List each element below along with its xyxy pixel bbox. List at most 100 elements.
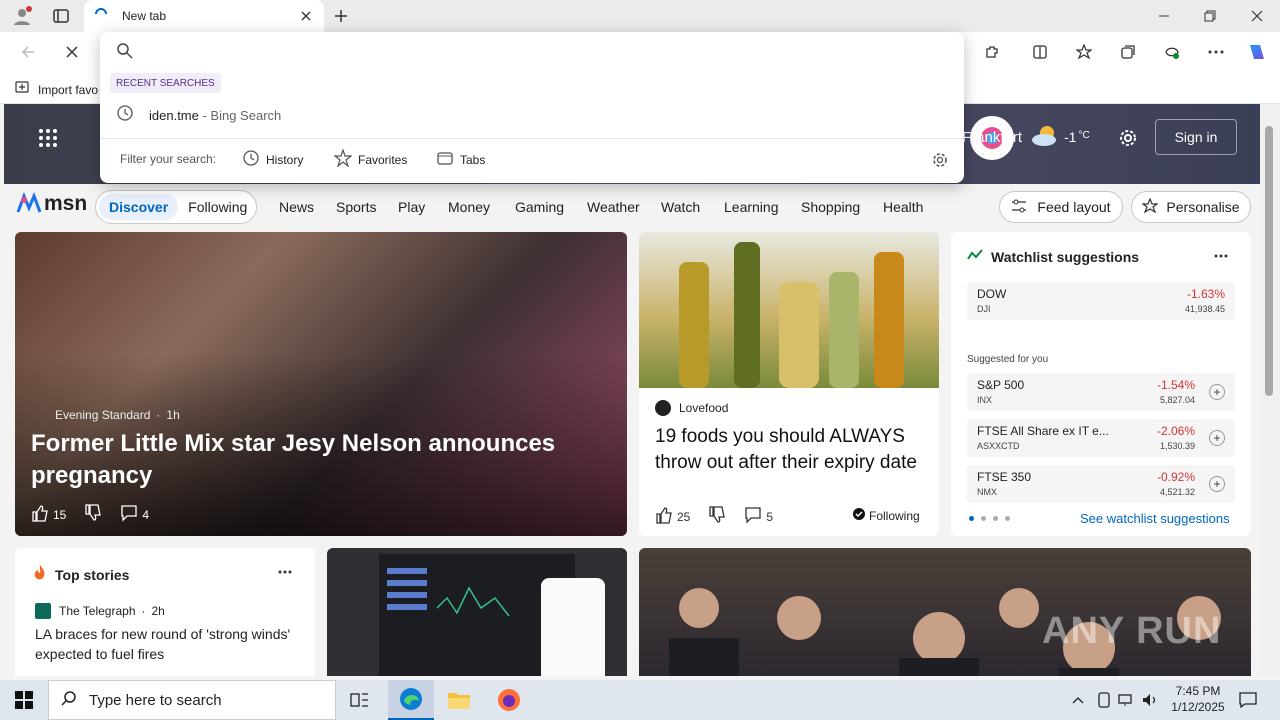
- stock-value: 5,827.04: [1159, 395, 1195, 405]
- feed-tabs: Discover Following: [95, 190, 257, 224]
- edge-taskbar-icon[interactable]: [388, 680, 434, 720]
- taskbar-search[interactable]: Type here to search: [48, 680, 336, 720]
- tab-following[interactable]: Following: [178, 199, 257, 215]
- watchlist-row[interactable]: FTSE 350 NMX -0.92% 4,521.32 +: [967, 465, 1235, 503]
- hero-likes: 15: [53, 507, 67, 522]
- like-icon[interactable]: [655, 506, 673, 527]
- minimize-icon[interactable]: [1150, 4, 1178, 28]
- browser-essentials-icon[interactable]: [1160, 40, 1184, 64]
- top-stories-title: Top stories: [55, 566, 130, 583]
- nav-news[interactable]: News: [279, 199, 314, 215]
- hero-title[interactable]: Former Little Mix star Jesy Nelson annou…: [31, 428, 591, 492]
- windows-start-icon[interactable]: [0, 680, 48, 720]
- filter-tabs[interactable]: Tabs: [436, 149, 485, 170]
- history-icon: [242, 149, 260, 170]
- close-window-icon[interactable]: [1243, 4, 1271, 28]
- msn-logo[interactable]: msn: [16, 192, 87, 216]
- sign-in-button[interactable]: Sign in: [1155, 119, 1237, 155]
- trading-card[interactable]: [327, 548, 627, 676]
- weather-location[interactable]: Frankfurt: [962, 129, 1022, 146]
- split-screen-icon[interactable]: [1028, 40, 1052, 64]
- food-card[interactable]: Lovefood 19 foods you should ALWAYS thro…: [639, 232, 939, 536]
- personalise-button[interactable]: Personalise: [1131, 191, 1251, 223]
- add-icon[interactable]: +: [1209, 384, 1225, 400]
- favorites-icon[interactable]: [1072, 40, 1096, 64]
- check-icon: [853, 508, 865, 523]
- nav-play[interactable]: Play: [398, 199, 425, 215]
- add-icon[interactable]: +: [1209, 476, 1225, 492]
- watchlist-row[interactable]: S&P 500 INX -1.54% 5,827.04 +: [967, 373, 1235, 411]
- see-watchlist-link[interactable]: See watchlist suggestions: [1080, 511, 1230, 526]
- food-title[interactable]: 19 foods you should ALWAYS throw out aft…: [655, 424, 931, 476]
- close-tab-icon[interactable]: [298, 8, 314, 24]
- tab-discover[interactable]: Discover: [99, 194, 179, 220]
- comment-icon[interactable]: [744, 506, 762, 527]
- more-options-icon[interactable]: [275, 564, 295, 580]
- filter-history[interactable]: History: [242, 149, 303, 170]
- stop-loading-icon[interactable]: [60, 40, 84, 64]
- following-badge[interactable]: Following: [853, 508, 920, 523]
- device-icon[interactable]: [1094, 690, 1114, 710]
- page-scrollbar[interactable]: [1260, 104, 1280, 676]
- dislike-icon[interactable]: [708, 506, 726, 527]
- food-image: [639, 232, 939, 388]
- scroll-thumb[interactable]: [1265, 126, 1273, 396]
- nav-weather[interactable]: Weather: [587, 199, 640, 215]
- settings-more-icon[interactable]: [1204, 40, 1228, 64]
- clock[interactable]: 7:45 PM 1/12/2025: [1166, 683, 1230, 715]
- copilot-icon[interactable]: [1244, 39, 1270, 65]
- nav-watch[interactable]: Watch: [661, 199, 700, 215]
- collections-icon[interactable]: [1116, 40, 1140, 64]
- add-icon[interactable]: +: [1209, 430, 1225, 446]
- msn-page: Frankfurt -1 °C Sign in msn Discover Foll…: [4, 104, 1260, 676]
- nav-money[interactable]: Money: [448, 199, 490, 215]
- tab-new-tab[interactable]: New tab: [84, 0, 324, 32]
- chevron-up-icon[interactable]: [1068, 690, 1088, 710]
- divider: [100, 138, 964, 139]
- network-icon[interactable]: [1116, 690, 1136, 710]
- dislike-icon[interactable]: [84, 504, 102, 525]
- task-view-icon[interactable]: [340, 680, 380, 720]
- story-headline[interactable]: LA braces for new round of 'strong winds…: [35, 624, 295, 664]
- stock-change: -0.92%: [1156, 470, 1195, 484]
- nav-shopping[interactable]: Shopping: [801, 199, 860, 215]
- msn-logo-text: msn: [44, 192, 88, 215]
- weather-temperature[interactable]: -1 °C: [1064, 129, 1090, 145]
- watchlist-row[interactable]: DOW DJI -1.63% 41,938.45: [967, 282, 1235, 320]
- new-tab-icon[interactable]: [330, 4, 352, 28]
- restore-icon[interactable]: [1196, 4, 1224, 28]
- filter-favorites[interactable]: Favorites: [333, 148, 407, 170]
- telegraph-logo-icon: [35, 603, 51, 619]
- taskbar: Type here to search 7:45 PM 1/12/2025: [0, 680, 1280, 720]
- profile-icon[interactable]: [8, 4, 36, 28]
- carousel-dots[interactable]: [969, 516, 1010, 521]
- cloudy-icon: [1030, 124, 1060, 153]
- like-icon[interactable]: [31, 504, 49, 525]
- file-explorer-icon[interactable]: [436, 680, 482, 720]
- anyrun-watermark: ANY RUN: [1042, 610, 1221, 653]
- search-settings-icon[interactable]: [930, 150, 950, 170]
- watchlist-row[interactable]: FTSE All Share ex IT e... ASXXCTD -2.06%…: [967, 419, 1235, 457]
- import-favorites-link[interactable]: Import favo: [14, 79, 98, 100]
- hero-card[interactable]: Evening Standard · 1h Former Little Mix st…: [15, 232, 627, 536]
- firefox-icon[interactable]: [486, 680, 532, 720]
- nav-sports[interactable]: Sports: [336, 199, 376, 215]
- nav-learning[interactable]: Learning: [724, 199, 779, 215]
- stock-name: DOW: [977, 287, 1007, 301]
- recent-search-item[interactable]: iden.tme - Bing Search: [100, 100, 964, 130]
- nav-gaming[interactable]: Gaming: [515, 199, 564, 215]
- tab-actions-icon[interactable]: [48, 4, 74, 28]
- extensions-icon[interactable]: [980, 40, 1004, 64]
- page-settings-icon[interactable]: [1116, 126, 1140, 150]
- address-input[interactable]: [144, 38, 944, 66]
- back-icon[interactable]: [16, 40, 40, 64]
- stock-name: FTSE 350: [977, 470, 1032, 484]
- comment-icon[interactable]: [120, 504, 138, 525]
- nav-health[interactable]: Health: [883, 199, 923, 215]
- volume-icon[interactable]: [1140, 690, 1160, 710]
- more-options-icon[interactable]: [1211, 248, 1231, 264]
- notifications-icon[interactable]: [1236, 688, 1260, 712]
- feed-layout-button[interactable]: Feed layout: [999, 191, 1123, 223]
- app-launcher-icon[interactable]: [36, 126, 60, 150]
- food-likes: 25: [677, 509, 691, 524]
